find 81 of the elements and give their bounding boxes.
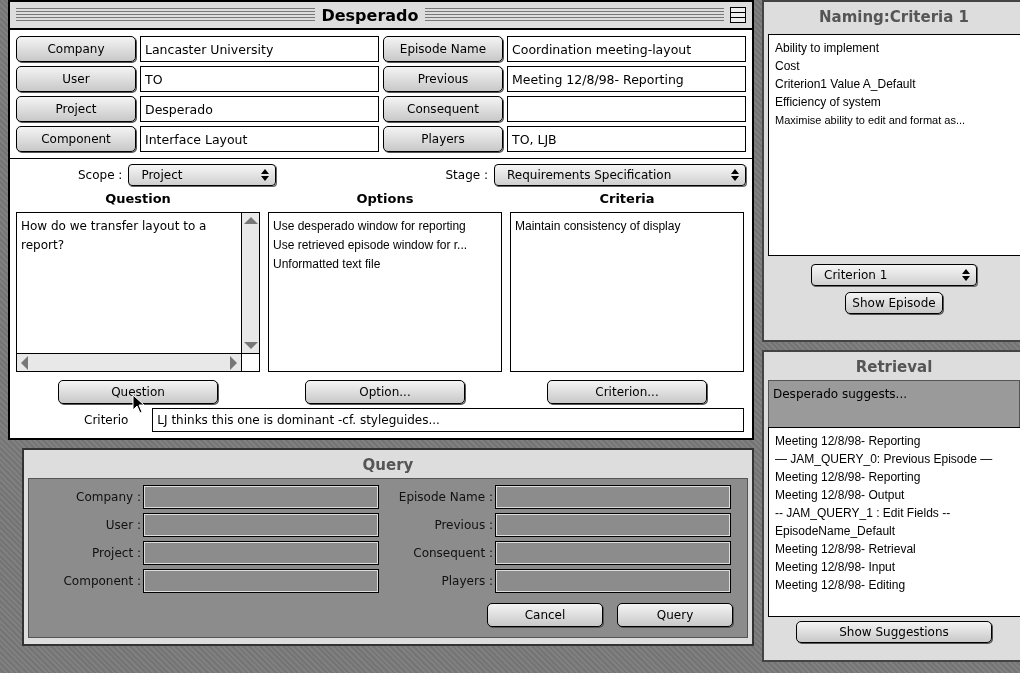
- scrollbar-corner: [241, 353, 259, 371]
- field-label: Episode Name :: [397, 490, 493, 504]
- criterion-note-field[interactable]: LJ thinks this one is dominant -cf. styleguides...: [152, 408, 744, 432]
- field-label: Previous :: [433, 518, 493, 532]
- text-field[interactable]: Lancaster University: [140, 36, 379, 62]
- up-down-arrows-icon: [731, 169, 739, 181]
- stage-label: Stage :: [445, 168, 488, 182]
- window-title: Retrieval: [855, 357, 933, 378]
- criterion-button[interactable]: Criterion...: [547, 380, 707, 404]
- option-button[interactable]: Option...: [305, 380, 465, 404]
- field-label: Consequent :: [412, 546, 493, 560]
- vertical-scrollbar[interactable]: [241, 213, 259, 353]
- show-episode-button[interactable]: Show Episode: [845, 292, 943, 314]
- suggestion-item[interactable]: Meeting 12/8/98- Retrieval: [775, 540, 1014, 558]
- question-text: How do we transfer layout to a report?: [20, 218, 208, 254]
- suggestion-item[interactable]: Meeting 12/8/98- Output: [775, 486, 1014, 504]
- field-label: User :: [104, 518, 141, 532]
- window-title: Naming:Criteria 1: [818, 7, 970, 28]
- suggestion-item[interactable]: — JAM_QUERY_0: Previous Episode —: [775, 450, 1014, 468]
- text-field[interactable]: [507, 96, 746, 122]
- field-label-button[interactable]: Project: [16, 96, 136, 122]
- criterion-item[interactable]: Maintain consistency of display: [515, 217, 739, 236]
- up-down-arrows-icon: [962, 269, 970, 281]
- criterion-name-item[interactable]: Criterion1 Value A_Default: [775, 75, 1014, 93]
- show-suggestions-button[interactable]: Show Suggestions: [796, 621, 992, 643]
- stage-popup[interactable]: Requirements Specification: [494, 164, 746, 186]
- suggestion-item[interactable]: Meeting 12/8/98- Editing: [775, 576, 1014, 594]
- suggestion-item[interactable]: Meeting 12/8/98- Reporting: [775, 468, 1014, 486]
- window-title: Query: [361, 455, 415, 476]
- field-label: Component :: [62, 574, 141, 588]
- field-label-button[interactable]: Episode Name: [383, 36, 503, 62]
- field-label-button[interactable]: Previous: [383, 66, 503, 92]
- option-item[interactable]: Unformatted text file: [273, 255, 497, 274]
- suggestion-item[interactable]: EpisodeName_Default: [775, 522, 1014, 540]
- field-label-button[interactable]: Component: [16, 126, 136, 152]
- query-field[interactable]: [495, 513, 731, 537]
- query-field[interactable]: [495, 541, 731, 565]
- criterion-popup[interactable]: Criterion 1: [811, 264, 977, 286]
- suggestion-item[interactable]: Meeting 12/8/98- Reporting: [775, 432, 1014, 450]
- field-label-button[interactable]: Company: [16, 36, 136, 62]
- text-field[interactable]: TO, LJB: [507, 126, 746, 152]
- option-item[interactable]: Use desperado window for reporting: [273, 217, 497, 236]
- column-heading: Options: [356, 191, 414, 206]
- text-field[interactable]: TO: [140, 66, 379, 92]
- scope-popup[interactable]: Project: [128, 164, 277, 186]
- option-item[interactable]: Use retrieved episode window for r...: [273, 236, 497, 255]
- collapse-box-icon[interactable]: [730, 7, 746, 23]
- criterion-name-item[interactable]: Cost: [775, 57, 1014, 75]
- question-text-area[interactable]: How do we transfer layout to a report?: [16, 212, 260, 372]
- column-heading: Question: [105, 191, 171, 206]
- query-field[interactable]: [143, 541, 379, 565]
- field-label: Players :: [440, 574, 493, 588]
- column-heading: Criteria: [599, 191, 655, 206]
- criterion-name-item[interactable]: Ability to implement: [775, 39, 1014, 57]
- text-field[interactable]: Coordination meeting-layout: [507, 36, 746, 62]
- query-field[interactable]: [495, 569, 731, 593]
- query-field[interactable]: [143, 513, 379, 537]
- cancel-button[interactable]: Cancel: [487, 603, 603, 627]
- suggestion-message: Desperado suggests...: [768, 380, 1020, 427]
- criterion-name-item[interactable]: Efficiency of system: [775, 93, 1014, 111]
- window-title: Desperado: [321, 5, 419, 25]
- horizontal-scrollbar[interactable]: [17, 353, 241, 371]
- field-label: Project :: [91, 546, 141, 560]
- query-field[interactable]: [143, 485, 379, 509]
- query-field[interactable]: [495, 485, 731, 509]
- text-field[interactable]: Desperado: [140, 96, 379, 122]
- suggestion-item[interactable]: Meeting 12/8/98- Input: [775, 558, 1014, 576]
- up-down-arrows-icon: [261, 169, 270, 181]
- suggestion-item[interactable]: -- JAM_QUERY_1 : Edit Fields --: [775, 504, 1014, 522]
- query-button[interactable]: Query: [617, 603, 733, 627]
- text-field[interactable]: Meeting 12/8/98- Reporting: [507, 66, 746, 92]
- query-field[interactable]: [143, 569, 379, 593]
- text-field[interactable]: Interface Layout: [140, 126, 379, 152]
- criterion-label: Criterio: [84, 413, 129, 427]
- field-label-button[interactable]: User: [16, 66, 136, 92]
- field-label-button[interactable]: Players: [383, 126, 503, 152]
- field-label: Company :: [75, 490, 141, 504]
- scope-label: Scope :: [78, 168, 123, 182]
- criterion-name-item[interactable]: Maximise ability to edit and format as...: [775, 111, 1014, 129]
- field-label-button[interactable]: Consequent: [383, 96, 503, 122]
- question-button[interactable]: Question: [58, 380, 218, 404]
